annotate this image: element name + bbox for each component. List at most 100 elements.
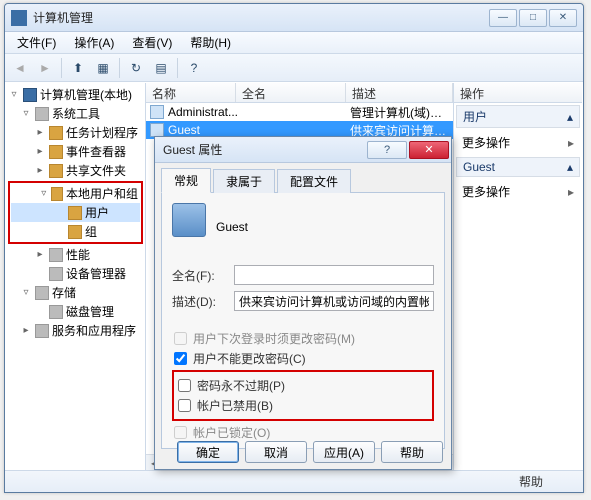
actions-more-guest[interactable]: 更多操作 ▸ [460, 181, 576, 202]
cancel-button[interactable]: 取消 [245, 441, 307, 463]
status-bar: 帮助 [5, 470, 583, 492]
toolbar-separator [61, 58, 62, 78]
menu-action[interactable]: 操作(A) [66, 32, 122, 53]
tools-icon [35, 107, 49, 121]
clock-icon [49, 126, 63, 140]
checkbox-disabled[interactable] [178, 399, 191, 412]
dialog-help-button[interactable]: ? [367, 141, 407, 159]
actions-group-users[interactable]: 用户 ▴ [456, 105, 580, 128]
check-label: 帐户已禁用(B) [197, 397, 273, 414]
tree-task-scheduler[interactable]: ▸任务计划程序 [6, 123, 145, 142]
tree-local-users-groups[interactable]: ▿本地用户和组 [11, 184, 140, 203]
tree-label: 组 [85, 223, 97, 240]
show-hide-tree-button[interactable]: ▦ [92, 57, 114, 79]
actions-group-label: 用户 [463, 108, 487, 125]
folder-icon [68, 206, 82, 220]
chevron-right-icon: ▸ [568, 185, 574, 199]
maximize-button[interactable]: □ [519, 9, 547, 27]
fullname-label: 全名(F): [172, 267, 234, 284]
tree-shared-folders[interactable]: ▸共享文件夹 [6, 161, 145, 180]
check-locked: 帐户已锁定(O) [174, 424, 434, 441]
cell-description: 管理计算机(域)的内置帐户 [350, 104, 449, 121]
minimize-button[interactable]: — [489, 9, 517, 27]
tree-pane[interactable]: ▿计算机管理(本地) ▿系统工具 ▸任务计划程序 ▸事件查看器 ▸共享文件夹 ▿… [6, 83, 146, 470]
tree-event-viewer[interactable]: ▸事件查看器 [6, 142, 145, 161]
tree-label: 性能 [66, 246, 90, 263]
tree-users[interactable]: 用户 [11, 203, 140, 222]
tree-label: 服务和应用程序 [52, 322, 136, 339]
check-label: 密码永不过期(P) [197, 377, 285, 394]
tree-label: 计算机管理(本地) [40, 86, 132, 103]
tree-label: 本地用户和组 [66, 185, 138, 202]
toolbar-separator [119, 58, 120, 78]
col-description[interactable]: 描述 [346, 83, 453, 102]
tree-disk-management[interactable]: 磁盘管理 [6, 302, 145, 321]
storage-icon [35, 286, 49, 300]
tree-system-tools[interactable]: ▿系统工具 [6, 104, 145, 123]
highlight-box: 密码永不过期(P) 帐户已禁用(B) [172, 370, 434, 421]
tree-device-manager[interactable]: 设备管理器 [6, 264, 145, 283]
help-button[interactable]: ? [183, 57, 205, 79]
device-icon [49, 267, 63, 281]
window-title: 计算机管理 [33, 9, 489, 26]
actions-item-label: 更多操作 [462, 134, 510, 151]
tree-label: 设备管理器 [66, 265, 126, 282]
up-button[interactable]: ⬆ [67, 57, 89, 79]
checkbox-must-change [174, 332, 187, 345]
check-cannot-change[interactable]: 用户不能更改密码(C) [174, 350, 434, 367]
performance-icon [49, 248, 63, 262]
tree-storage[interactable]: ▿存储 [6, 283, 145, 302]
tree-label: 存储 [52, 284, 76, 301]
dialog-close-button[interactable]: ✕ [409, 141, 449, 159]
actions-group-label: Guest [463, 160, 495, 174]
checkbox-cannot-change[interactable] [174, 352, 187, 365]
cell-name: Administrat... [168, 105, 240, 119]
user-avatar-icon [172, 203, 206, 237]
user-icon [150, 123, 164, 137]
close-button[interactable]: ✕ [549, 9, 577, 27]
tree-groups[interactable]: 组 [11, 222, 140, 241]
properties-dialog: Guest 属性 ? ✕ 常规 隶属于 配置文件 Guest 全名(F): 描述… [154, 136, 452, 470]
check-label: 用户不能更改密码(C) [193, 350, 306, 367]
tree-services-apps[interactable]: ▸服务和应用程序 [6, 321, 145, 340]
username-label: Guest [216, 220, 248, 234]
tree-label: 事件查看器 [66, 143, 126, 160]
check-never-expire[interactable]: 密码永不过期(P) [178, 377, 430, 394]
fullname-input[interactable] [234, 265, 434, 285]
dialog-titlebar[interactable]: Guest 属性 ? ✕ [155, 137, 451, 163]
titlebar[interactable]: 计算机管理 — □ ✕ [5, 4, 583, 32]
menu-view[interactable]: 查看(V) [124, 32, 180, 53]
list-row[interactable]: Administrat... 管理计算机(域)的内置帐户 [146, 103, 453, 121]
collapse-icon: ▴ [567, 160, 573, 174]
check-disabled[interactable]: 帐户已禁用(B) [178, 397, 430, 414]
refresh-button[interactable]: ↻ [125, 57, 147, 79]
export-button[interactable]: ▤ [150, 57, 172, 79]
tree-root[interactable]: ▿计算机管理(本地) [6, 85, 145, 104]
tree-performance[interactable]: ▸性能 [6, 245, 145, 264]
menu-help[interactable]: 帮助(H) [182, 32, 239, 53]
services-icon [35, 324, 49, 338]
dialog-buttons: 确定 取消 应用(A) 帮助 [177, 441, 443, 463]
actions-more-users[interactable]: 更多操作 ▸ [460, 132, 576, 153]
tab-general[interactable]: 常规 [161, 168, 211, 193]
tab-profile[interactable]: 配置文件 [277, 169, 351, 193]
tab-member-of[interactable]: 隶属于 [213, 169, 275, 193]
actions-group-guest[interactable]: Guest ▴ [456, 157, 580, 177]
description-input[interactable] [234, 291, 434, 311]
menu-file[interactable]: 文件(F) [9, 32, 64, 53]
checkbox-never-expire[interactable] [178, 379, 191, 392]
chevron-right-icon: ▸ [568, 136, 574, 150]
highlight-box: ▿本地用户和组 用户 组 [8, 181, 143, 244]
help-button[interactable]: 帮助 [381, 441, 443, 463]
dialog-title: Guest 属性 [163, 141, 365, 158]
apply-button[interactable]: 应用(A) [313, 441, 375, 463]
actions-item-label: 更多操作 [462, 183, 510, 200]
tree-label: 共享文件夹 [66, 162, 126, 179]
col-name[interactable]: 名称 [146, 83, 236, 102]
ok-button[interactable]: 确定 [177, 441, 239, 463]
col-fullname[interactable]: 全名 [236, 83, 346, 102]
actions-pane: 操作 用户 ▴ 更多操作 ▸ Guest ▴ 更多操作 ▸ [454, 83, 582, 470]
tree-label: 用户 [85, 204, 109, 221]
menu-bar: 文件(F) 操作(A) 查看(V) 帮助(H) [5, 32, 583, 54]
check-label: 帐户已锁定(O) [193, 424, 270, 441]
